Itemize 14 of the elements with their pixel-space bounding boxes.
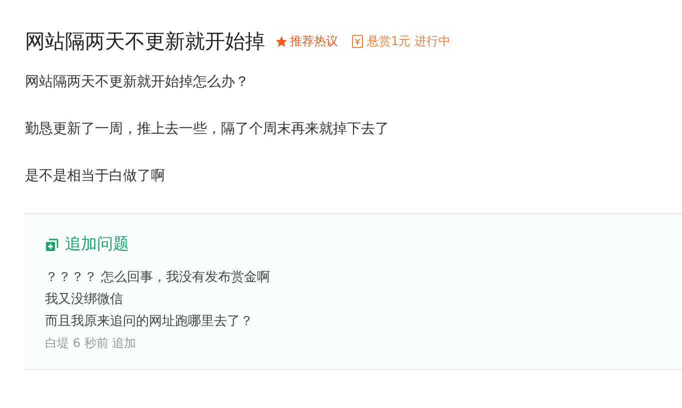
- receipt-icon: [352, 34, 363, 48]
- question-title: 网站隔两天不更新就开始掉: [25, 28, 265, 54]
- supplement-heading: 追加问题: [65, 234, 129, 255]
- add-square-icon: [45, 238, 59, 252]
- question-text: 勤恳更新了一周，推上去一些，隔了个周末再来就掉下去了: [25, 120, 390, 139]
- question-text: 是不是相当于白做了啊: [25, 167, 166, 186]
- question-text: 网站隔两天不更新就开始掉怎么办？: [25, 73, 250, 92]
- bounty-label: 悬赏1元 进行中: [367, 32, 450, 50]
- supplement-text: ？？？？ 怎么回事，我没有发布赏金啊: [45, 269, 272, 287]
- recommend-label: 推荐热议: [290, 32, 338, 50]
- star-icon: [275, 34, 288, 48]
- supplement-text: 我又没绑微信: [45, 291, 124, 309]
- supplement-text: 而且我原来追问的网址跑哪里去了？: [45, 313, 254, 331]
- supplement-meta: 白堤 6 秒前 追加: [45, 335, 138, 352]
